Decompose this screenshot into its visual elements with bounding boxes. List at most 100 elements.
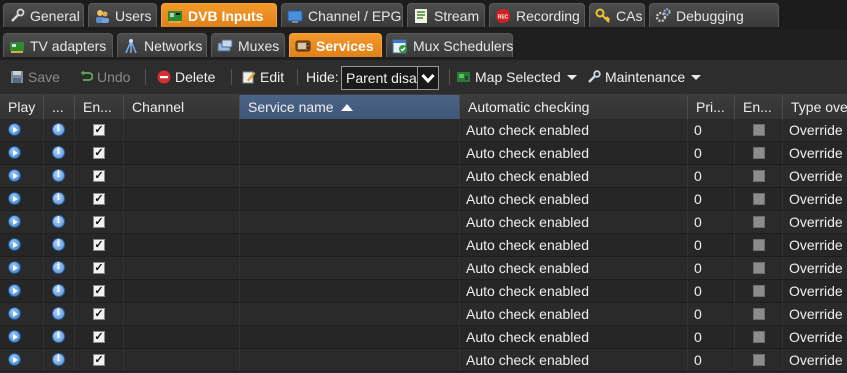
- col-priority[interactable]: Pri...: [688, 95, 735, 119]
- table-row[interactable]: i ✓ Auto check enabled 0 Override: [0, 142, 847, 165]
- priority-cell[interactable]: 0: [688, 234, 735, 256]
- hide-dropdown-button[interactable]: [417, 67, 438, 89]
- encrypted-checkbox[interactable]: [753, 239, 765, 251]
- hide-select[interactable]: Parent disa: [341, 66, 439, 90]
- enabled-checkbox[interactable]: ✓: [93, 170, 105, 182]
- type-override-cell[interactable]: Override: [783, 234, 847, 256]
- enabled-checkbox[interactable]: ✓: [93, 308, 105, 320]
- col-play[interactable]: Play: [0, 95, 44, 119]
- tab-users[interactable]: Users: [88, 3, 157, 27]
- info-icon[interactable]: i: [52, 192, 65, 205]
- type-override-cell[interactable]: Override: [783, 211, 847, 233]
- channel-cell[interactable]: [124, 349, 240, 371]
- type-override-cell[interactable]: Override: [783, 303, 847, 325]
- info-icon[interactable]: i: [52, 261, 65, 274]
- enabled-checkbox[interactable]: ✓: [93, 216, 105, 228]
- tab-recording[interactable]: REC Recording: [489, 3, 585, 27]
- encrypted-checkbox[interactable]: [753, 216, 765, 228]
- priority-cell[interactable]: 0: [688, 280, 735, 302]
- encrypted-checkbox[interactable]: [753, 354, 765, 366]
- channel-cell[interactable]: [124, 326, 240, 348]
- info-icon[interactable]: i: [52, 123, 65, 136]
- automatic-checking-cell[interactable]: Auto check enabled: [460, 119, 688, 141]
- automatic-checking-cell[interactable]: Auto check enabled: [460, 142, 688, 164]
- info-icon[interactable]: i: [52, 215, 65, 228]
- info-icon[interactable]: i: [52, 238, 65, 251]
- priority-cell[interactable]: 0: [688, 326, 735, 348]
- channel-cell[interactable]: [124, 257, 240, 279]
- service-name-cell[interactable]: [240, 280, 460, 302]
- table-row[interactable]: i ✓ Auto check enabled 0 Override: [0, 257, 847, 280]
- service-name-cell[interactable]: [240, 211, 460, 233]
- type-override-cell[interactable]: Override: [783, 349, 847, 371]
- info-icon[interactable]: i: [52, 353, 65, 366]
- encrypted-checkbox[interactable]: [753, 147, 765, 159]
- col-channel[interactable]: Channel: [124, 95, 240, 119]
- edit-button[interactable]: Edit: [242, 67, 284, 87]
- enabled-checkbox[interactable]: ✓: [93, 239, 105, 251]
- enabled-checkbox[interactable]: ✓: [93, 193, 105, 205]
- channel-cell[interactable]: [124, 188, 240, 210]
- channel-cell[interactable]: [124, 165, 240, 187]
- maintenance-button[interactable]: Maintenance: [587, 67, 702, 87]
- type-override-cell[interactable]: Override: [783, 326, 847, 348]
- table-row[interactable]: i ✓ Auto check enabled 0 Override: [0, 188, 847, 211]
- undo-button[interactable]: Undo: [79, 67, 130, 87]
- type-override-cell[interactable]: Override: [783, 188, 847, 210]
- priority-cell[interactable]: 0: [688, 142, 735, 164]
- encrypted-checkbox[interactable]: [753, 308, 765, 320]
- service-name-cell[interactable]: [240, 234, 460, 256]
- encrypted-checkbox[interactable]: [753, 262, 765, 274]
- type-override-cell[interactable]: Override: [783, 142, 847, 164]
- service-name-cell[interactable]: [240, 188, 460, 210]
- automatic-checking-cell[interactable]: Auto check enabled: [460, 257, 688, 279]
- automatic-checking-cell[interactable]: Auto check enabled: [460, 349, 688, 371]
- enabled-checkbox[interactable]: ✓: [93, 354, 105, 366]
- automatic-checking-cell[interactable]: Auto check enabled: [460, 211, 688, 233]
- tab-dvb-inputs[interactable]: DVB Inputs: [161, 3, 277, 27]
- subtab-networks[interactable]: Networks: [117, 33, 207, 57]
- priority-cell[interactable]: 0: [688, 165, 735, 187]
- encrypted-checkbox[interactable]: [753, 193, 765, 205]
- info-icon[interactable]: i: [52, 307, 65, 320]
- tab-general[interactable]: General: [3, 3, 84, 27]
- priority-cell[interactable]: 0: [688, 119, 735, 141]
- priority-cell[interactable]: 0: [688, 349, 735, 371]
- enabled-checkbox[interactable]: ✓: [93, 331, 105, 343]
- type-override-cell[interactable]: Override: [783, 280, 847, 302]
- encrypted-checkbox[interactable]: [753, 170, 765, 182]
- automatic-checking-cell[interactable]: Auto check enabled: [460, 303, 688, 325]
- col-service-name[interactable]: Service name: [240, 95, 460, 119]
- info-icon[interactable]: i: [52, 169, 65, 182]
- tab-stream[interactable]: Stream: [407, 3, 485, 27]
- automatic-checking-cell[interactable]: Auto check enabled: [460, 326, 688, 348]
- subtab-muxes[interactable]: Muxes: [211, 33, 285, 57]
- channel-cell[interactable]: [124, 234, 240, 256]
- info-icon[interactable]: i: [52, 330, 65, 343]
- table-row[interactable]: i ✓ Auto check enabled 0 Override: [0, 234, 847, 257]
- priority-cell[interactable]: 0: [688, 303, 735, 325]
- save-button[interactable]: Save: [10, 67, 60, 87]
- automatic-checking-cell[interactable]: Auto check enabled: [460, 165, 688, 187]
- priority-cell[interactable]: 0: [688, 257, 735, 279]
- channel-cell[interactable]: [124, 211, 240, 233]
- service-name-cell[interactable]: [240, 119, 460, 141]
- map-selected-button[interactable]: Map Selected: [457, 67, 577, 87]
- info-icon[interactable]: i: [52, 284, 65, 297]
- channel-cell[interactable]: [124, 280, 240, 302]
- service-name-cell[interactable]: [240, 303, 460, 325]
- encrypted-checkbox[interactable]: [753, 331, 765, 343]
- tab-cas[interactable]: CAs: [589, 3, 645, 27]
- encrypted-checkbox[interactable]: [753, 285, 765, 297]
- col-automatic-checking[interactable]: Automatic checking: [460, 95, 688, 119]
- delete-button[interactable]: Delete: [157, 67, 215, 87]
- subtab-services[interactable]: Services: [289, 33, 382, 57]
- col-type-override[interactable]: Type ove: [783, 95, 847, 119]
- priority-cell[interactable]: 0: [688, 211, 735, 233]
- table-row[interactable]: i ✓ Auto check enabled 0 Override: [0, 303, 847, 326]
- table-row[interactable]: i ✓ Auto check enabled 0 Override: [0, 211, 847, 234]
- subtab-tv-adapters[interactable]: TV adapters: [3, 33, 113, 57]
- automatic-checking-cell[interactable]: Auto check enabled: [460, 234, 688, 256]
- channel-cell[interactable]: [124, 303, 240, 325]
- automatic-checking-cell[interactable]: Auto check enabled: [460, 188, 688, 210]
